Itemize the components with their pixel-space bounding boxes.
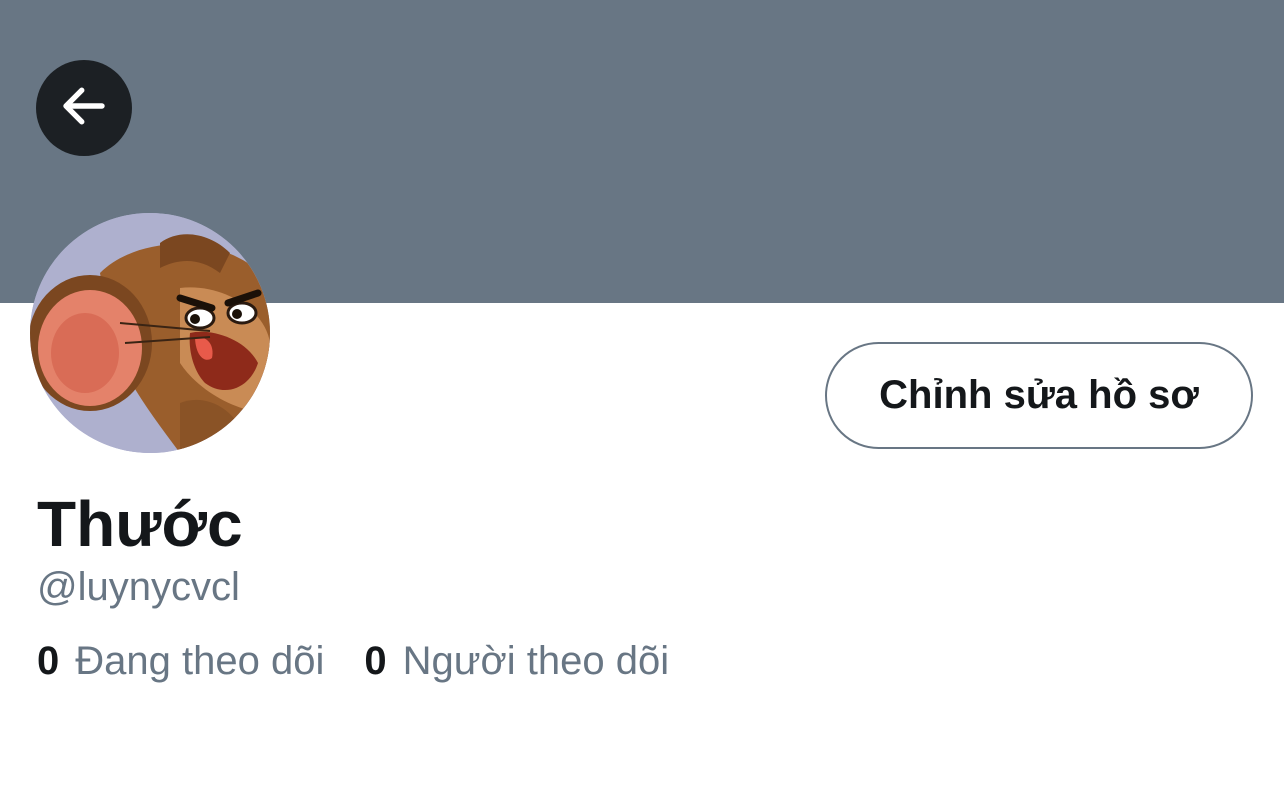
following-stat[interactable]: 0 Đang theo dõi xyxy=(37,637,324,685)
display-name: Thước xyxy=(37,488,243,560)
username-handle: @luynycvcl xyxy=(37,565,240,609)
follow-stats: 0 Đang theo dõi 0 Người theo dõi xyxy=(37,637,669,685)
arrow-left-icon xyxy=(57,79,111,138)
back-button[interactable] xyxy=(36,60,132,156)
following-label: Đang theo dõi xyxy=(75,639,325,683)
following-count: 0 xyxy=(37,639,60,683)
followers-count: 0 xyxy=(364,639,387,683)
profile-page: Chỉnh sửa hồ sơ Thước @luynycvcl 0 Đang … xyxy=(0,0,1284,786)
avatar[interactable] xyxy=(30,213,270,453)
followers-stat[interactable]: 0 Người theo dõi xyxy=(364,637,669,685)
followers-label: Người theo dõi xyxy=(402,639,670,683)
edit-profile-button[interactable]: Chỉnh sửa hồ sơ xyxy=(825,342,1253,449)
